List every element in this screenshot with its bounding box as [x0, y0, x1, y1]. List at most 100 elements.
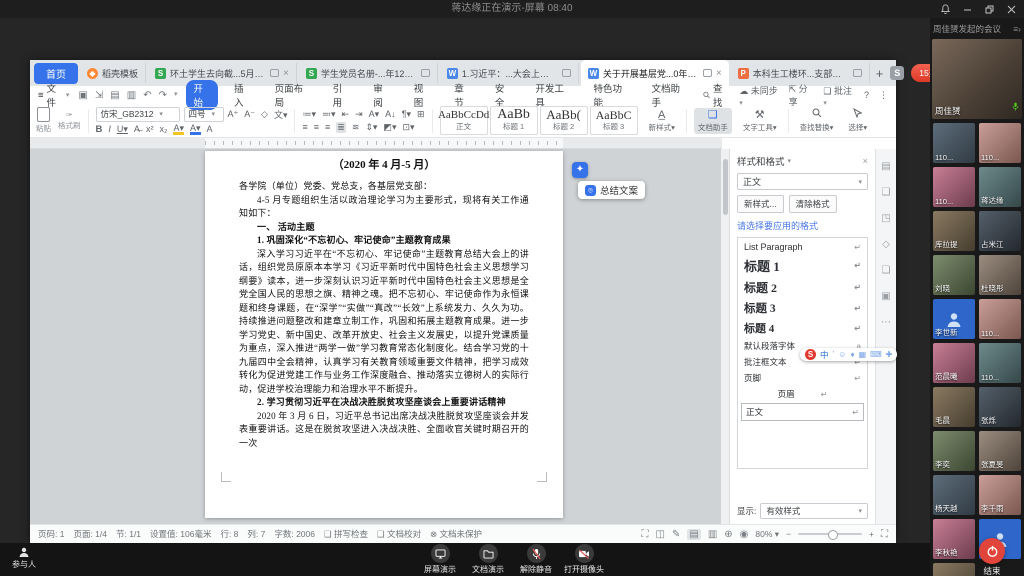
bold-button[interactable]: B [96, 124, 103, 135]
text-direction-icon[interactable]: A▾ [369, 109, 380, 120]
document-canvas[interactable]: （2020 年 4 月-5 月） 各学院（单位）党委、党总支，各基层党支部： 4… [30, 149, 721, 524]
clipart-tab-icon[interactable]: ◳ [881, 213, 890, 224]
ime-mic-icon[interactable]: ♦ [850, 350, 854, 359]
decrease-font-icon[interactable]: A⁻ [244, 109, 255, 120]
search-menu[interactable]: 查找 [703, 81, 731, 109]
decrease-indent-icon[interactable]: ⇤ [342, 109, 350, 120]
style-entry[interactable]: 标题 2↵ [738, 277, 867, 298]
more-tab-icon[interactable]: ⋯ [881, 317, 891, 328]
tab-close-icon[interactable]: × [716, 68, 722, 79]
globe-view-icon[interactable]: ⊕ [724, 529, 732, 540]
new-tab-button[interactable]: + [876, 66, 884, 81]
menu-doc-assistant[interactable]: 文档助手 [645, 80, 694, 110]
menu-view[interactable]: 视图 [407, 80, 439, 110]
participant-tile[interactable]: 110... [979, 299, 1021, 339]
screen-share-button[interactable]: 屏幕演示 [419, 544, 461, 575]
subscript-button[interactable]: x₂ [159, 124, 167, 134]
chevron-down-icon[interactable]: ▾ [174, 90, 178, 101]
highlight-color-button[interactable]: A▾ [173, 124, 184, 135]
style-heading1[interactable]: AaBb 标题 1 [490, 106, 538, 135]
restore-icon[interactable] [985, 5, 994, 14]
clear-format-button[interactable]: 清除格式 [789, 195, 837, 213]
ime-emoji-icon[interactable]: ☺ [838, 350, 846, 359]
bullet-list-icon[interactable]: ≔▾ [302, 109, 316, 120]
shapes-tab-icon[interactable]: ◇ [882, 239, 890, 250]
more-icon[interactable]: ⋮ [879, 90, 888, 101]
scroll-thumb[interactable] [723, 159, 728, 215]
participant-tile[interactable]: 李世新 [933, 299, 975, 339]
spell-check-toggle[interactable]: ❑ 拼写检查 [324, 528, 368, 540]
help-icon[interactable]: ? [864, 90, 869, 100]
share-button[interactable]: ⇱ 分享 [789, 82, 814, 108]
eye-protect-icon[interactable]: ◉ [740, 529, 749, 540]
close-icon[interactable] [1007, 5, 1016, 14]
show-filter-select[interactable]: 有效样式▾ [760, 503, 868, 519]
sort-icon[interactable]: A↓ [385, 109, 396, 120]
style-normal[interactable]: AaBbCcDd 正文 [440, 106, 488, 135]
participant-tile[interactable]: 刘晓 [933, 255, 975, 295]
fit-page-icon[interactable]: ⛶ [881, 529, 888, 540]
tab-ppt-1[interactable]: P 本科生工楼环...支部文部大会 [731, 63, 870, 83]
ime-board-icon[interactable]: ▦ [859, 350, 867, 359]
shading-icon[interactable]: ◩▾ [383, 122, 396, 133]
line-spacing-icon[interactable]: ⇕▾ [365, 122, 377, 133]
ime-keyboard-icon[interactable]: ⌨ [870, 350, 882, 359]
collapse-sidebar-icon[interactable]: ≡› [1013, 24, 1021, 34]
participant-tile[interactable]: 杜晓彤 [979, 255, 1021, 295]
align-right-icon[interactable]: ≡ [325, 122, 330, 133]
outline-view-icon[interactable]: ◫ [656, 529, 665, 540]
participant-tile[interactable]: 张烁 [979, 387, 1021, 427]
camera-on-button[interactable]: 打开摄像头 [563, 544, 605, 575]
document-page[interactable]: （2020 年 4 月-5 月） 各学院（单位）党委、党总支，各基层党支部： 4… [205, 151, 563, 518]
align-left-icon[interactable]: ≡ [302, 122, 307, 133]
select-button[interactable]: 选择▾ [844, 107, 871, 134]
unmute-button[interactable]: 解除静音 [515, 544, 557, 575]
menu-page-layout[interactable]: 页面布局 [268, 80, 317, 110]
notification-bell-icon[interactable] [941, 4, 950, 14]
tab-close-icon[interactable]: × [283, 68, 289, 79]
participant-tile[interactable]: 110... [979, 343, 1021, 383]
align-justify-icon[interactable]: ≣ [336, 122, 346, 133]
status-word-count[interactable]: 字数: 2006 [274, 528, 315, 540]
vertical-scrollbar[interactable] [721, 149, 729, 524]
participant-tile[interactable] [933, 563, 975, 576]
table-icon[interactable]: ⊞ [417, 109, 425, 120]
style-entry[interactable]: 标题 4↵ [738, 318, 867, 338]
preview-icon[interactable]: ▥ [127, 90, 136, 101]
panel-close-icon[interactable]: × [862, 156, 868, 167]
comment-button[interactable]: ❑ 批注 ▾ [823, 84, 854, 107]
ime-toolbar[interactable]: S 中 ’ ☺ ♦ ▦ ⌨ ✚ [800, 348, 897, 361]
print-icon[interactable]: ▤ [110, 90, 119, 101]
new-style-button[interactable]: A̲ 新样式▾ [645, 108, 679, 134]
distribute-icon[interactable]: ≋ [352, 122, 360, 133]
participant-tile[interactable]: 毛晨 [933, 387, 975, 427]
page-view-icon[interactable]: ▤ [687, 529, 700, 540]
font-color-button[interactable]: A▾ [190, 124, 201, 135]
zoom-slider[interactable] [798, 533, 862, 535]
help-tab-icon[interactable]: ❑ [882, 187, 891, 198]
menu-review[interactable]: 审阅 [366, 80, 398, 110]
align-center-icon[interactable]: ≡ [314, 122, 319, 133]
underline-button[interactable]: U▾ [117, 124, 128, 135]
clear-format-icon[interactable]: ◇ [261, 109, 268, 120]
increase-indent-icon[interactable]: ⇥ [355, 109, 363, 120]
save-icon[interactable]: ▣ [78, 90, 87, 101]
ai-summary-pill[interactable]: ⌾ 总结文案 [578, 181, 645, 199]
ime-punct-icon[interactable]: ’ [833, 350, 835, 359]
horizontal-ruler[interactable] [30, 138, 722, 149]
participant-tile[interactable]: 张夏旻 [979, 431, 1021, 471]
show-marks-icon[interactable]: ¶▾ [402, 109, 411, 120]
menu-references[interactable]: 引用 [326, 80, 358, 110]
file-menu[interactable]: ≡ 文件 ▾ [38, 81, 69, 109]
ime-mode-toggle[interactable]: 中 [820, 349, 829, 361]
ai-assistant-icon[interactable]: ✦ [572, 162, 588, 178]
doc-share-button[interactable]: 文档演示 [467, 544, 509, 575]
participant-tile[interactable]: 库拉提 [933, 211, 975, 251]
proofing-toggle[interactable]: ❑ 文档校对 [377, 528, 421, 540]
participant-tile[interactable]: 李千雨 [979, 475, 1021, 515]
participant-tile[interactable]: 杨天越 [933, 475, 975, 515]
font-name-select[interactable]: 仿宋_GB2312▾ [96, 107, 180, 122]
phonetic-icon[interactable]: 文▾ [274, 108, 288, 121]
end-meeting-button[interactable]: 结束 [979, 538, 1005, 576]
style-entry-selected[interactable]: 正文↵ [741, 403, 864, 421]
